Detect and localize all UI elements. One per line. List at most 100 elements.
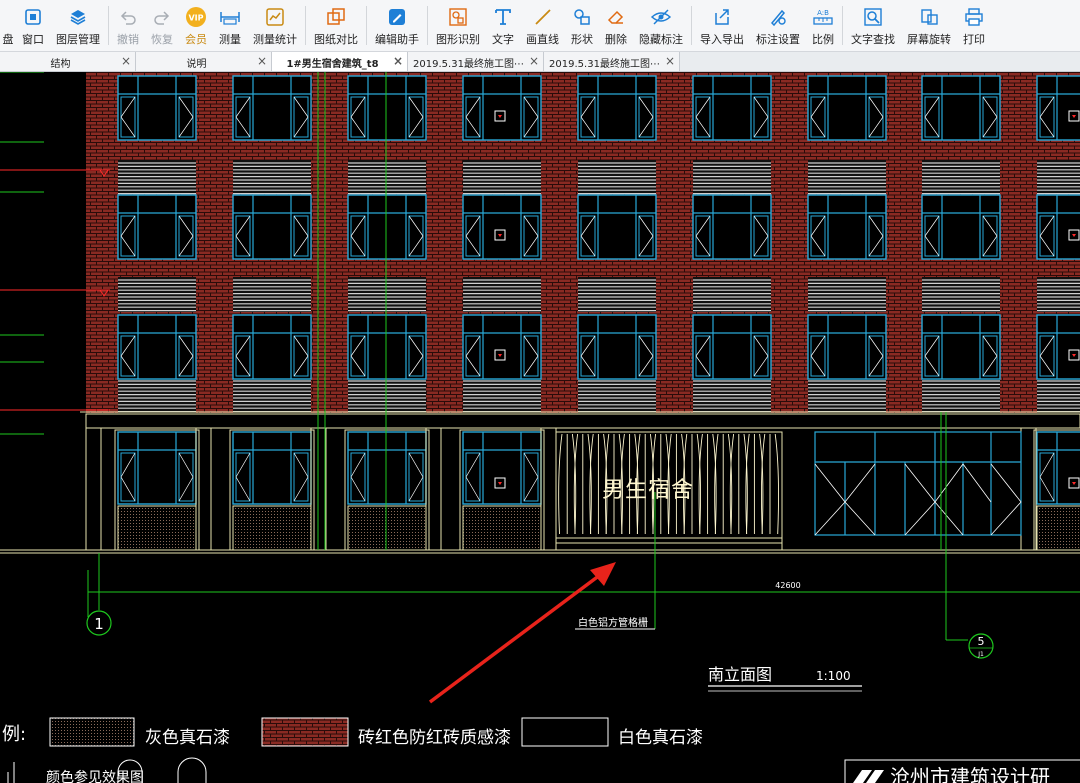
toolbar-measure-button[interactable]: 测量 [213,0,247,51]
tab-notes[interactable]: 说明 × [136,52,272,71]
eraser-icon [606,6,626,28]
window [232,314,312,380]
toolbar-vip-button[interactable]: VIP 会员 [179,0,213,51]
tab-dormitory-drawing[interactable]: 1#男生宿舍建筑_t8 × [272,52,408,71]
toolbar-delete-button[interactable]: 删除 [599,0,633,51]
layers-icon [69,6,87,28]
louver-panel [808,277,886,312]
toolbar-disk-button[interactable]: 盘 [0,0,16,51]
louver-panel [693,160,771,195]
dimension-value: 42600 [775,581,800,590]
pier [85,427,102,551]
glass-doors [814,431,1022,536]
legend-label-brick: 砖红色防红砖质感漆 [358,728,511,748]
toolbar-redo-button[interactable]: 恢复 [145,0,179,51]
window [577,194,657,260]
louver-panel [233,277,311,312]
tab-construction-drawing-1[interactable]: 2019.5.31最终施工图⋯ × [408,52,544,71]
pier [195,427,212,551]
window [807,75,887,141]
louver-panel [578,277,656,312]
window-grid [117,75,1080,380]
annotation-arrow [428,562,616,704]
louver-panel [1037,160,1080,195]
window [232,194,312,260]
toolbar-measure-stats-button[interactable]: 测量统计 [247,0,303,51]
louver-panel [693,277,771,312]
undo-icon [119,6,137,28]
window [347,194,427,260]
toolbar-shape-recognize-button[interactable]: 图形识别 [430,0,486,51]
window [921,75,1001,141]
text-icon [493,6,513,28]
tab-structure[interactable]: 结构 × [0,52,136,71]
rotate-screen-icon [919,6,939,28]
louver-panel [808,160,886,195]
toolbar-layers-button[interactable]: 图层管理 [50,0,106,51]
grille-leader-note: 白色铝方管格栅 [575,492,656,630]
toolbar-edit-assistant-button[interactable]: 编辑助手 [369,0,425,51]
vip-icon: VIP [185,6,207,28]
close-icon[interactable]: × [257,54,267,68]
close-icon[interactable]: × [393,54,403,68]
toolbar-text-button[interactable]: 文字 [486,0,520,51]
grille-note-text: 白色铝方管格栅 [578,616,648,629]
toolbar-undo-button[interactable]: 撤销 [111,0,145,51]
window [462,194,542,260]
close-icon[interactable]: × [529,54,539,68]
legend-title: 例: [2,724,26,745]
window [232,75,312,141]
close-icon[interactable]: × [665,54,675,68]
toolbar-hide-annotation-button[interactable]: 隐藏标注 [633,0,689,51]
toolbar-import-export-button[interactable]: 导入导出 [694,0,750,51]
tab-construction-drawing-2[interactable]: 2019.5.31最终施工图⋯ × [544,52,680,71]
title-block: 沧州市建筑设计研 [844,759,1080,783]
axis-label-1: 1 [94,615,104,633]
entrance-steps [556,537,782,544]
toolbar-print-button[interactable]: 打印 [957,0,991,51]
window [807,194,887,260]
ground-floor-bay [1033,429,1080,551]
window [347,431,427,505]
window [117,75,197,141]
ground-floor-bay [459,429,545,551]
toolbar-separator [366,6,367,45]
window [1036,431,1080,505]
window [117,194,197,260]
annotation-settings-icon [768,6,788,28]
dimension-line: 42600 [87,570,1080,617]
toolbar-shape-button[interactable]: 形状 [565,0,599,51]
toolbar-scale-button[interactable]: A:B 比例 [806,0,840,51]
entrance-lobby: 男生宿舍 [555,431,783,551]
toolbar-separator [305,6,306,45]
toolbar-compare-button[interactable]: 图纸对比 [308,0,364,51]
toolbar-annotation-settings-button[interactable]: 标注设置 [750,0,806,51]
louver-panel [118,277,196,312]
document-tabs: 结构 × 说明 × 1#男生宿舍建筑_t8 × 2019.5.31最终施工图⋯ … [0,52,1080,72]
toolbar-line-button[interactable]: 画直线 [520,0,565,51]
hide-annotation-icon [650,6,672,28]
window [807,314,887,380]
shape-recognize-icon [448,6,468,28]
material-legend: 例: 灰色真石漆 砖红色防红砖质感漆 白色真石漆 颜色参见效果图 [2,717,703,783]
louver-panel [233,160,311,195]
measure-stats-icon [265,6,285,28]
window [692,194,772,260]
louver-panel [578,378,656,413]
drawing-canvas[interactable]: 男生宿舍 42600 1 5 J1 白色铝方管格栅 南立面图 1:100 例: … [0,72,1080,783]
svg-text:VIP: VIP [188,13,203,22]
legend-label-grey: 灰色真石漆 [145,728,230,748]
louver-panel [808,378,886,413]
toolbar-window-button[interactable]: 窗口 [16,0,50,51]
window [462,431,542,505]
window [692,75,772,141]
close-icon[interactable]: × [121,54,131,68]
louver-panel [693,378,771,413]
toolbar-text-search-button[interactable]: 文字查找 [845,0,901,51]
louver-panel [233,378,311,413]
toolbar-rotate-screen-button[interactable]: 屏幕旋转 [901,0,957,51]
toolbar-separator [691,6,692,45]
window [921,194,1001,260]
main-toolbar: 盘 窗口 图层管理 撤销 恢复 VIP 会员 测量 测量统计 图纸对比 编辑助手… [0,0,1080,52]
window [1036,75,1080,141]
